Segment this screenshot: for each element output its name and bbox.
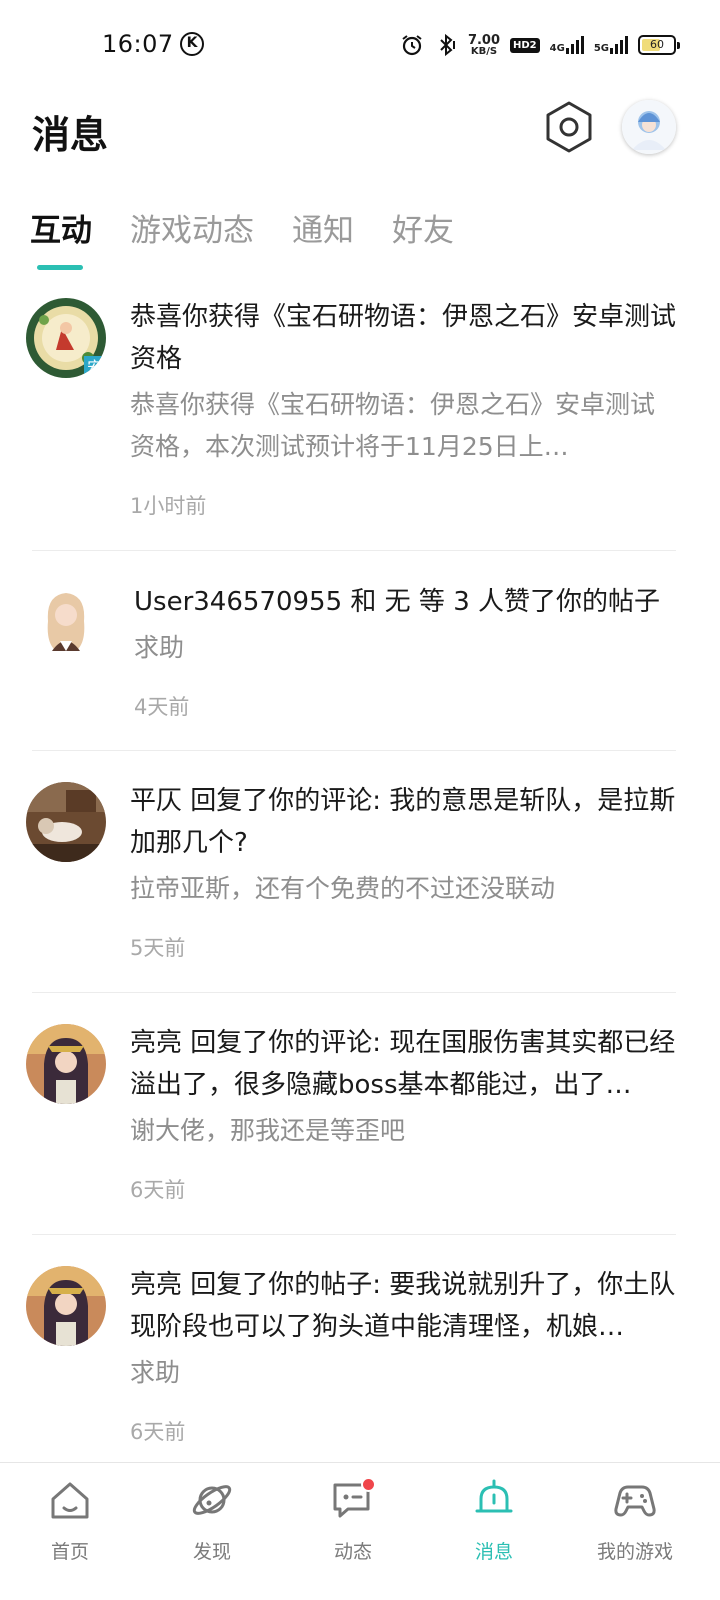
notification-dot (361, 1477, 376, 1492)
message-body: 恭喜你获得《宝石研物语：伊恩之石》安卓测试资格 恭喜你获得《宝石研物语：伊恩之石… (130, 296, 676, 520)
tab-bar: 互动 游戏动态 通知 好友 (30, 205, 454, 275)
user-avatar (26, 1024, 106, 1104)
hd-icon: HD2 (510, 37, 540, 53)
nav-label: 发现 (192, 1541, 231, 1563)
nav-my-games[interactable]: 我的游戏 (575, 1477, 695, 1564)
cat-photo-avatar-icon (26, 782, 106, 862)
message-title: 平仄 回复了你的评论: 我的意思是斩队，是拉斯加那几个? (130, 786, 676, 858)
network-speed: 7.00 KB/S (468, 34, 500, 57)
nav-label: 首页 (50, 1541, 89, 1563)
bottom-navigation: 首页 发现 动态 消息 我的游戏 (0, 1462, 720, 1600)
status-icons: 7.00 KB/S HD2 4G 5G 60 (400, 30, 680, 60)
tab-interaction[interactable]: 互动 (30, 205, 92, 275)
message-item[interactable]: 安 恭喜你获得《宝石研物语：伊恩之石》安卓测试资格 恭喜你获得《宝石研物语：伊恩… (0, 290, 720, 550)
message-preview: 拉帝亚斯，还有个免费的不过还没联动 (130, 874, 556, 903)
message-time: 6天前 (130, 1178, 186, 1202)
nav-home[interactable]: 首页 (10, 1477, 130, 1564)
status-bar: 16:07 K 7.00 KB/S HD2 4G 5G 60 (0, 0, 720, 90)
message-body: 亮亮 回复了你的评论: 现在国服伤害其实都已经溢出了，很多隐藏boss基本都能过… (130, 1022, 676, 1204)
message-time: 5天前 (130, 936, 186, 960)
message-body: 亮亮 回复了你的帖子: 要我说就别升了，你土队现阶段也可以了狗头道中能清理怪，机… (130, 1264, 676, 1446)
message-body: User346570955 和 无 等 3 人赞了你的帖子 求助 4天前 (134, 581, 676, 721)
svg-text:安: 安 (87, 358, 103, 377)
message-time: 6天前 (130, 1420, 186, 1444)
speed-value: 7.00 (467, 32, 501, 48)
nav-discover[interactable]: 发现 (152, 1477, 272, 1564)
net-4g-label: 4G (549, 43, 565, 54)
message-preview: 求助 (134, 633, 185, 662)
settings-hexagon-icon (546, 101, 592, 153)
message-title: 亮亮 回复了你的评论: 现在国服伤害其实都已经溢出了，很多隐藏boss基本都能过… (130, 1028, 676, 1100)
message-title: 恭喜你获得《宝石研物语：伊恩之石》安卓测试资格 (130, 302, 676, 374)
anime-warrior-avatar-icon (26, 1266, 106, 1346)
tab-label: 互动 (30, 213, 92, 249)
message-item[interactable]: User346570955 和 无 等 3 人赞了你的帖子 求助 4天前 (0, 551, 720, 750)
game-cover-icon: 安 (26, 298, 106, 378)
profile-avatar[interactable] (622, 100, 676, 154)
net-5g-label: 5G (593, 43, 609, 54)
game-avatar: 安 (26, 298, 106, 378)
settings-button[interactable] (544, 100, 594, 154)
battery-icon: 60 (638, 35, 680, 55)
message-preview: 谢大佬，那我还是等歪吧 (130, 1116, 406, 1145)
tab-game-news[interactable]: 游戏动态 (130, 205, 254, 275)
tab-label: 通知 (292, 213, 354, 249)
signal-4g-icon: 4G (550, 36, 584, 54)
speed-unit: KB/S (470, 45, 498, 57)
message-title: 亮亮 回复了你的帖子: 要我说就别升了，你土队现阶段也可以了狗头道中能清理怪，机… (130, 1270, 676, 1342)
bell-icon (475, 1479, 513, 1513)
anime-avatar-icon (622, 100, 676, 154)
user-avatar (26, 1266, 106, 1346)
signal-5g-icon: 5G (594, 36, 628, 54)
nav-label: 我的游戏 (596, 1541, 673, 1563)
nav-messages[interactable]: 消息 (434, 1477, 554, 1564)
alarm-icon (402, 35, 422, 56)
nav-label: 动态 (333, 1541, 372, 1563)
message-item[interactable]: 平仄 回复了你的评论: 我的意思是斩队，是拉斯加那几个? 拉帝亚斯，还有个免费的… (0, 751, 720, 992)
planet-icon (192, 1485, 232, 1515)
message-time: 4天前 (134, 695, 190, 719)
gamepad-icon (614, 1485, 656, 1517)
active-tab-indicator (37, 265, 83, 270)
message-item[interactable]: 亮亮 回复了你的评论: 现在国服伤害其实都已经溢出了，很多隐藏boss基本都能过… (0, 993, 720, 1234)
user-avatar (26, 581, 106, 661)
message-title: User346570955 和 无 等 3 人赞了你的帖子 (134, 587, 661, 617)
chat-icon (330, 1477, 376, 1523)
message-preview: 求助 (130, 1358, 181, 1387)
bluetooth-icon (440, 33, 455, 57)
tab-label: 好友 (392, 213, 454, 249)
message-time: 1小时前 (130, 494, 207, 518)
anime-warrior-avatar-icon (26, 1024, 106, 1104)
tab-label: 游戏动态 (130, 213, 254, 249)
message-body: 平仄 回复了你的评论: 我的意思是斩队，是拉斯加那几个? 拉帝亚斯，还有个免费的… (130, 780, 676, 962)
tab-notifications[interactable]: 通知 (292, 205, 354, 275)
status-time: 16:07 (102, 30, 174, 58)
anime-girl-avatar-icon (26, 581, 106, 661)
user-avatar (26, 782, 106, 862)
tab-friends[interactable]: 好友 (392, 205, 454, 275)
battery-level: 60 (650, 38, 664, 51)
home-icon (51, 1482, 89, 1519)
k-badge-icon: K (180, 32, 204, 56)
nav-feed[interactable]: 动态 (293, 1477, 413, 1564)
page-title: 消息 (32, 113, 109, 157)
message-item[interactable]: 亮亮 回复了你的帖子: 要我说就别升了，你土队现阶段也可以了狗头道中能清理怪，机… (0, 1235, 720, 1460)
nav-label: 消息 (474, 1541, 513, 1563)
message-preview: 恭喜你获得《宝石研物语：伊恩之石》安卓测试资格，本次测试预计将于11月25日上… (130, 390, 656, 461)
